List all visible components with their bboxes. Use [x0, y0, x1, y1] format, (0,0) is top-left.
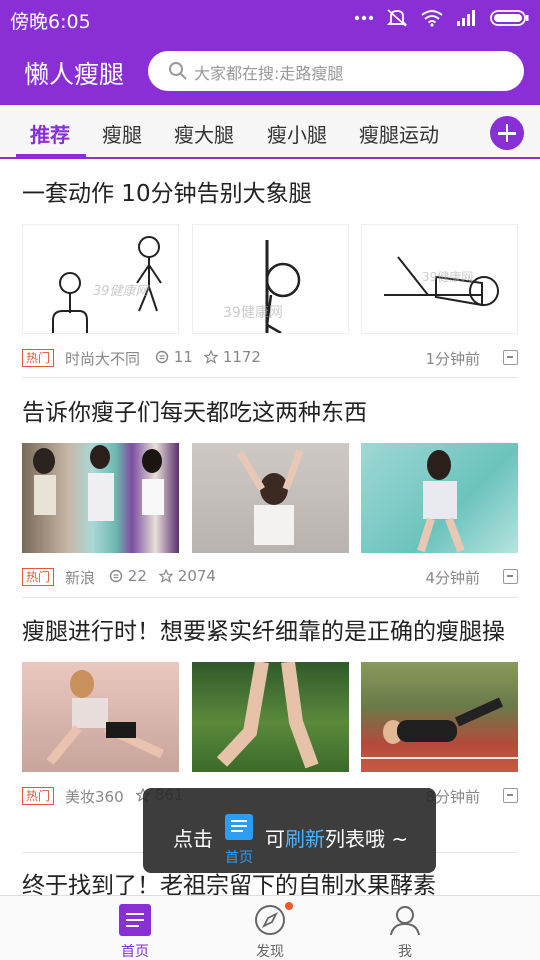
toast-middle: 可 [265, 827, 285, 851]
compass-icon [255, 905, 285, 935]
search-placeholder: 大家都在搜:走路瘦腿 [194, 64, 344, 83]
star-count: 1172 [203, 348, 261, 366]
status-bar: 傍晚6:05 [0, 0, 540, 38]
article-thumbnail [22, 662, 179, 772]
stick-figure-image: 39健康网 [384, 256, 499, 307]
nav-home-label: 首页 [121, 944, 149, 960]
user-icon [390, 906, 420, 936]
article-time: 1分钟前 [425, 350, 480, 368]
article-meta: 热门 时尚大不同 11 1172 1分钟前 [22, 348, 518, 372]
stick-figure-image: 39健康网 [223, 240, 300, 333]
home-list-icon [225, 814, 253, 840]
search-icon [169, 62, 187, 80]
comment-icon [155, 350, 169, 364]
nav-home[interactable]: 首页 [85, 896, 185, 960]
article-card[interactable]: 一套动作 10分钟告别大象腿 39健康网 39健康网 39健康网 热门 时尚大不… [22, 176, 518, 372]
battery-icon [490, 10, 529, 26]
article-thumbnails [22, 443, 518, 553]
dismiss-icon[interactable] [503, 569, 518, 584]
photo-image [33, 445, 164, 521]
status-icons [354, 8, 530, 28]
article-title: 瘦腿进行时！想要紧实纤细靠的是正确的瘦腿操 [22, 619, 505, 645]
photo-image [46, 670, 164, 765]
nav-me-label: 我 [398, 944, 412, 960]
refresh-toast: 点击 首页 可刷新列表哦 ~ [143, 788, 436, 873]
tab-leg-exercise[interactable]: 瘦腿运动 [359, 119, 439, 148]
article-thumbnail: 39健康网 [361, 224, 518, 334]
comment-count-value: 22 [127, 567, 147, 585]
hot-badge: 热门 [22, 568, 55, 586]
tab-recommend[interactable]: 推荐 [30, 119, 70, 148]
article-card[interactable]: 瘦腿进行时！想要紧实纤细靠的是正确的瘦腿操 热门 美妆360 861 8分钟前 [22, 614, 518, 810]
article-thumbnail: 39健康网 [191, 224, 349, 334]
mute-icon [386, 9, 408, 27]
tab-slim-legs[interactable]: 瘦腿 [102, 119, 142, 148]
svg-text:39健康网: 39健康网 [223, 304, 283, 321]
toast-message: 可刷新列表哦 ~ [265, 823, 408, 852]
article-source: 美妆360 [65, 788, 124, 806]
article-card[interactable]: 告诉你瘦子们每天都吃这两种东西 热门 新浪 22 2074 4分钟前 [22, 395, 518, 591]
app-title: 懒人瘦腿 [24, 60, 125, 89]
toast-prefix: 点击 [173, 827, 213, 851]
wifi-icon [421, 10, 443, 27]
hot-badge: 热门 [22, 349, 55, 367]
article-meta: 热门 新浪 22 2074 4分钟前 [22, 567, 518, 591]
comment-count: 11 [155, 348, 193, 366]
stick-figure-image: 39健康网 [52, 236, 162, 333]
category-tabs: 推荐 瘦腿 瘦大腿 瘦小腿 瘦腿运动 [0, 105, 540, 159]
article-title: 一套动作 10分钟告别大象腿 [22, 181, 312, 207]
article-source: 时尚大不同 [65, 350, 141, 368]
search-bar[interactable]: 大家都在搜:走路瘦腿 [148, 51, 524, 91]
nav-me[interactable]: 我 [355, 896, 455, 960]
svg-text:39健康网: 39健康网 [93, 283, 151, 299]
article-thumbnail [22, 443, 179, 553]
comment-icon [109, 569, 123, 583]
article-thumbnails: 39健康网 39健康网 39健康网 [22, 224, 518, 334]
dismiss-icon[interactable] [503, 788, 518, 803]
photo-image [236, 449, 303, 545]
star-icon [203, 349, 219, 364]
toast-highlight: 刷新 [285, 827, 325, 851]
dismiss-icon[interactable] [503, 350, 518, 365]
article-thumbnails [22, 662, 518, 772]
photo-image [216, 662, 319, 769]
tab-slim-thighs[interactable]: 瘦大腿 [174, 119, 234, 148]
article-thumbnail [191, 662, 349, 772]
bottom-navigation: 首页 发现 我 [0, 895, 540, 960]
signal-icon [457, 10, 475, 26]
toast-icon-label: 首页 [225, 850, 253, 866]
svg-text:39健康网: 39健康网 [422, 269, 473, 284]
divider [22, 377, 518, 378]
hot-badge: 热门 [22, 787, 55, 805]
article-thumbnail [191, 443, 349, 553]
home-list-icon [119, 904, 151, 936]
article-source: 新浪 [65, 569, 96, 587]
nav-discover[interactable]: 发现 [220, 896, 320, 960]
star-count-value: 2074 [177, 567, 216, 585]
divider [22, 597, 518, 598]
app-header: 懒人瘦腿 大家都在搜:走路瘦腿 [0, 38, 540, 105]
star-count: 2074 [158, 567, 216, 585]
add-tab-button[interactable] [490, 116, 524, 150]
article-thumbnail: 39健康网 [22, 224, 179, 334]
active-tab-indicator [16, 154, 86, 157]
nav-discover-label: 发现 [256, 944, 284, 960]
toast-suffix: 列表哦 ~ [325, 827, 409, 851]
comment-count-value: 11 [173, 348, 193, 366]
article-thumbnail [361, 443, 518, 553]
notification-dot [285, 902, 293, 910]
article-thumbnail [361, 662, 518, 772]
photo-image [361, 697, 518, 759]
article-title: 告诉你瘦子们每天都吃这两种东西 [22, 400, 367, 426]
comment-count: 22 [109, 567, 147, 585]
photo-image [417, 450, 465, 553]
status-time: 傍晚6:05 [10, 11, 91, 33]
article-time: 4分钟前 [425, 569, 480, 587]
star-icon [158, 568, 174, 583]
tab-slim-calves[interactable]: 瘦小腿 [267, 119, 327, 148]
more-dots-icon [354, 15, 374, 21]
star-count-value: 1172 [222, 348, 261, 366]
